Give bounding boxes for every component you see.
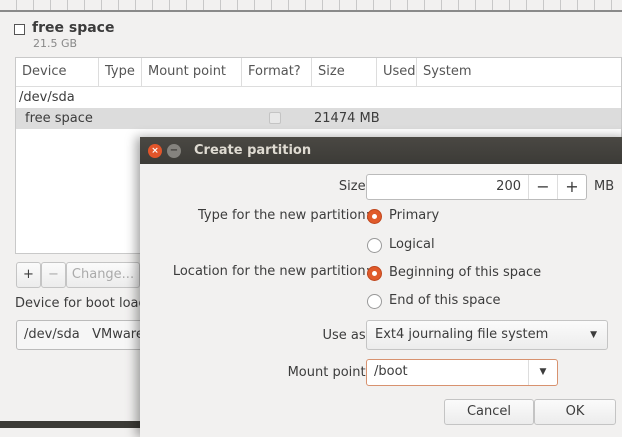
location-label: Location for the new partition: xyxy=(172,264,370,279)
free-space-label: free space xyxy=(32,20,115,36)
size-unit: MB xyxy=(594,179,615,194)
col-format[interactable]: Format? xyxy=(242,58,312,86)
free-space-size: 21.5 GB xyxy=(33,37,78,50)
table-row[interactable]: free space 21474 MB xyxy=(16,108,621,129)
create-partition-dialog: × − Create partition Size: 200 − + MB Ty… xyxy=(140,137,622,437)
radio-label: End of this space xyxy=(389,293,501,308)
change-partition-button[interactable]: Change... xyxy=(66,262,140,288)
dialog-title: Create partition xyxy=(194,143,312,158)
col-device[interactable]: Device xyxy=(16,58,99,86)
remove-partition-button[interactable]: − xyxy=(41,262,66,288)
mount-point-combo[interactable]: /boot ▼ xyxy=(366,359,558,386)
col-used[interactable]: Used xyxy=(377,58,417,86)
col-size[interactable]: Size xyxy=(312,58,377,86)
size-input[interactable]: 200 xyxy=(496,179,521,194)
format-checkbox[interactable] xyxy=(269,112,281,124)
radio-icon xyxy=(367,238,382,253)
free-space-color-box xyxy=(14,24,25,35)
cancel-button[interactable]: Cancel xyxy=(444,399,534,425)
minimize-icon[interactable]: − xyxy=(167,144,181,158)
size-decrement-button[interactable]: − xyxy=(528,175,557,199)
radio-icon xyxy=(367,294,382,309)
use-as-label: Use as: xyxy=(322,328,370,343)
device-name: /dev/sda xyxy=(19,90,75,105)
size-value: 21474 MB xyxy=(314,111,380,126)
mount-point-label: Mount point: xyxy=(287,365,370,380)
use-as-select[interactable]: Ext4 journaling file system ▼ xyxy=(366,320,608,350)
use-as-value: Ext4 journaling file system xyxy=(375,327,549,342)
size-spinbox[interactable]: 200 − + xyxy=(366,174,587,200)
col-system[interactable]: System xyxy=(417,58,622,86)
close-icon[interactable]: × xyxy=(148,144,162,158)
table-row[interactable]: /dev/sda xyxy=(16,87,621,108)
dropdown-arrow-icon[interactable]: ▼ xyxy=(528,360,557,385)
ok-button[interactable]: OK xyxy=(534,399,616,425)
col-type[interactable]: Type xyxy=(99,58,142,86)
type-label: Type for the new partition: xyxy=(197,208,370,223)
radio-label: Primary xyxy=(389,208,440,223)
col-mount-point[interactable]: Mount point xyxy=(142,58,242,86)
partition-bar xyxy=(0,0,622,12)
size-increment-button[interactable]: + xyxy=(557,175,586,199)
add-partition-button[interactable]: + xyxy=(16,262,41,288)
radio-label: Logical xyxy=(389,237,435,252)
boot-loader-select[interactable]: /dev/sda VMware xyxy=(16,320,156,350)
mount-point-input[interactable]: /boot xyxy=(374,364,408,379)
boot-loader-label: Device for boot loader installation: xyxy=(15,296,140,311)
dropdown-arrow-icon: ▼ xyxy=(590,330,597,340)
radio-label: Beginning of this space xyxy=(389,265,542,280)
dialog-titlebar: × − Create partition xyxy=(140,137,622,164)
radio-icon xyxy=(367,266,382,281)
device-name: free space xyxy=(25,111,93,126)
radio-icon xyxy=(367,209,382,224)
